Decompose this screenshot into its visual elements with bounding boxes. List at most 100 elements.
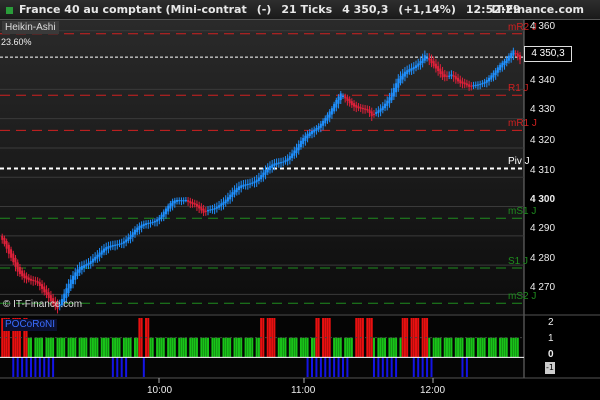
histogram-neg-bar [386,357,389,377]
histogram-neg-bar [319,357,322,377]
candle-body [27,277,30,281]
candle-body [151,221,154,224]
candle-body [224,199,227,204]
indicator-label[interactable]: POCoRoNI [3,319,58,331]
candle-body [240,185,243,189]
candle-body [34,280,37,282]
candle-body [204,210,207,212]
candle-body [10,249,13,258]
histogram-bar [277,337,280,358]
histogram-bar [505,337,508,358]
candle-body [29,278,32,281]
candle-body [25,275,28,280]
histogram-bar [235,337,238,358]
candle-body [326,114,329,121]
candle-body [195,203,198,207]
candle-body [191,202,194,205]
level-label: mR1 J [508,118,537,130]
histogram-bar [468,337,471,358]
histogram-bar [122,337,125,358]
candle-body [388,97,391,104]
candle-body [129,234,132,240]
candle-body [118,243,121,245]
histogram-bar [58,337,61,358]
histogram-bar [494,337,497,358]
histogram-bar [171,337,174,358]
histogram-bar [100,337,103,358]
histogram-bar [34,337,37,358]
candle-body [291,153,294,158]
candle-body [395,83,398,93]
histogram-bar [392,337,395,358]
candle-body [235,187,238,193]
candle-body [302,138,305,144]
candle-body [262,172,265,178]
histogram-bar [333,337,336,358]
y-tick-label: 4 300 [530,194,556,205]
candle-body [481,83,484,85]
candle-body [308,132,311,137]
histogram-bar [401,318,404,358]
chart-mode: (-) [256,3,272,16]
watermark: © IT-Finance.com [3,299,83,310]
candle-body [377,110,380,114]
candle-body [401,73,404,80]
candle-body [344,96,347,99]
candle-body [465,83,468,86]
candle-body [441,71,444,78]
histogram-neg-bar [16,357,19,377]
histogram-bar [240,337,243,358]
indicator-scroll-button[interactable]: -1 [545,362,555,374]
candle-body [415,65,417,69]
candle-body [359,107,362,109]
histogram-neg-bar [125,357,128,377]
candle-body [200,206,203,211]
histogram-bar [381,337,384,358]
histogram-bar [384,337,387,358]
candle-body [293,150,296,156]
indicator-tick-label: 0 [548,349,554,360]
candle-body [379,108,382,112]
candle-body [448,75,451,77]
candle-body [499,64,502,71]
histogram-bar [501,337,504,358]
histogram-neg-bar [111,357,114,377]
histogram-neg-bar [337,357,340,377]
candle-body [222,201,225,205]
histogram-bar [224,337,227,358]
candle-body [182,200,185,202]
candle-body [288,156,291,160]
histogram-neg-bar [324,357,327,377]
last-price-box: 4 350,3 [524,46,572,62]
candle-body [122,241,125,244]
histogram-bar [173,337,176,358]
histogram-neg-bar [421,357,424,377]
histogram-neg-bar [372,357,375,377]
candle-body [138,225,141,230]
candle-body [286,158,289,162]
histogram-bar [233,337,236,358]
candle-body [384,103,387,109]
candle-body [445,75,448,77]
histogram-bar [337,337,340,358]
histogram-bar [304,337,307,358]
histogram-bar [182,337,185,358]
indicator-tick-label: 2 [548,317,554,328]
histogram-bar [158,337,161,358]
candle-body [162,211,165,217]
candle-body [156,219,159,222]
histogram-bar [103,337,105,358]
chart-type-label[interactable]: Heikin-Ashi [2,21,59,34]
candle-body [406,70,409,75]
histogram-bar [60,337,63,358]
histogram-bar [195,337,198,358]
candle-body [275,162,278,165]
price-chart[interactable] [0,0,600,400]
candle-body [100,250,103,255]
histogram-bar [481,337,484,358]
histogram-bar [339,337,342,358]
candle-body [457,77,460,82]
candle-body [375,112,378,114]
histogram-bar [512,337,515,358]
histogram-bar [510,337,513,358]
